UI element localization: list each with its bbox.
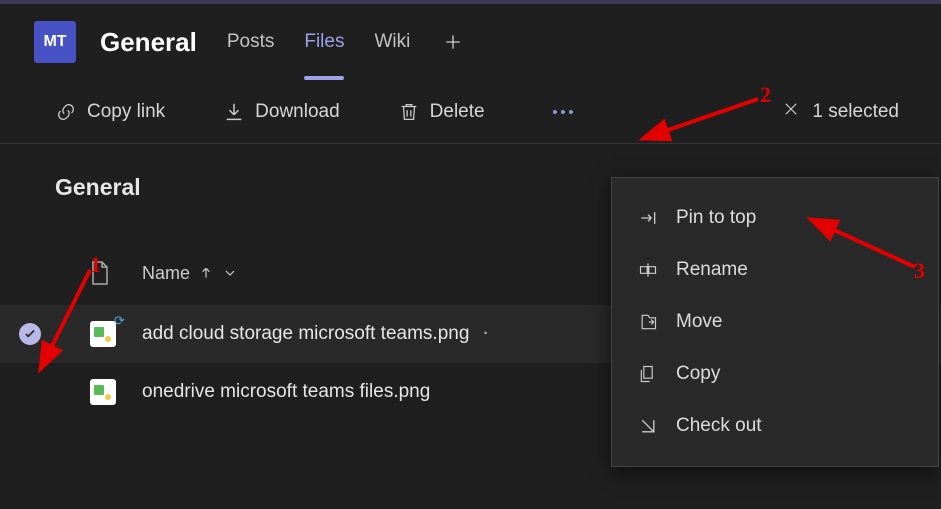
row-checkbox[interactable] [19, 323, 41, 345]
copy-link-button[interactable]: Copy link [55, 101, 165, 123]
team-avatar[interactable]: MT [34, 21, 76, 63]
image-file-icon [90, 321, 116, 347]
clear-selection-button[interactable] [782, 100, 800, 124]
chevron-down-icon [222, 265, 238, 281]
sync-icon: ⟳ [114, 313, 125, 329]
file-toolbar: Copy link Download Delete 1 selected [0, 80, 941, 144]
tab-posts[interactable]: Posts [227, 25, 275, 59]
ellipsis-icon [553, 110, 557, 114]
add-tab-button[interactable] [440, 29, 466, 55]
tab-wiki[interactable]: Wiki [374, 25, 410, 59]
menu-copy[interactable]: Copy [612, 348, 938, 400]
selection-badge: 1 selected [782, 100, 899, 124]
tabs: Posts Files Wiki [227, 25, 467, 59]
copy-icon [638, 364, 658, 384]
menu-rename[interactable]: Rename [612, 244, 938, 296]
channel-header: MT General Posts Files Wiki [0, 4, 941, 80]
close-icon [782, 100, 800, 118]
delete-button[interactable]: Delete [398, 101, 485, 123]
menu-pin-to-top[interactable]: Pin to top [612, 192, 938, 244]
download-icon [223, 101, 245, 123]
image-file-icon [90, 379, 116, 405]
file-name[interactable]: add cloud storage microsoft teams.png [142, 323, 469, 345]
more-actions-button[interactable] [543, 92, 583, 132]
download-label: Download [255, 101, 340, 123]
row-more-button[interactable]: · [483, 325, 490, 343]
pin-icon [638, 208, 658, 228]
link-icon [55, 101, 77, 123]
file-name[interactable]: onedrive microsoft teams files.png [142, 381, 430, 403]
checkout-icon [638, 416, 658, 436]
rename-icon [638, 260, 658, 280]
trash-icon [398, 101, 420, 123]
move-icon [638, 312, 658, 332]
download-button[interactable]: Download [223, 101, 340, 123]
selection-count-label: 1 selected [812, 101, 899, 123]
arrow-up-icon [198, 265, 214, 281]
channel-title: General [100, 27, 197, 58]
plus-icon [443, 32, 463, 52]
copy-link-label: Copy link [87, 101, 165, 123]
tab-files[interactable]: Files [304, 25, 344, 59]
name-column-header[interactable]: Name [142, 263, 238, 284]
delete-label: Delete [430, 101, 485, 123]
document-icon [90, 261, 110, 285]
more-actions-menu: Pin to top Rename Move Copy Check out [611, 177, 939, 467]
menu-move[interactable]: Move [612, 296, 938, 348]
menu-check-out[interactable]: Check out [612, 400, 938, 452]
check-icon [23, 327, 37, 341]
